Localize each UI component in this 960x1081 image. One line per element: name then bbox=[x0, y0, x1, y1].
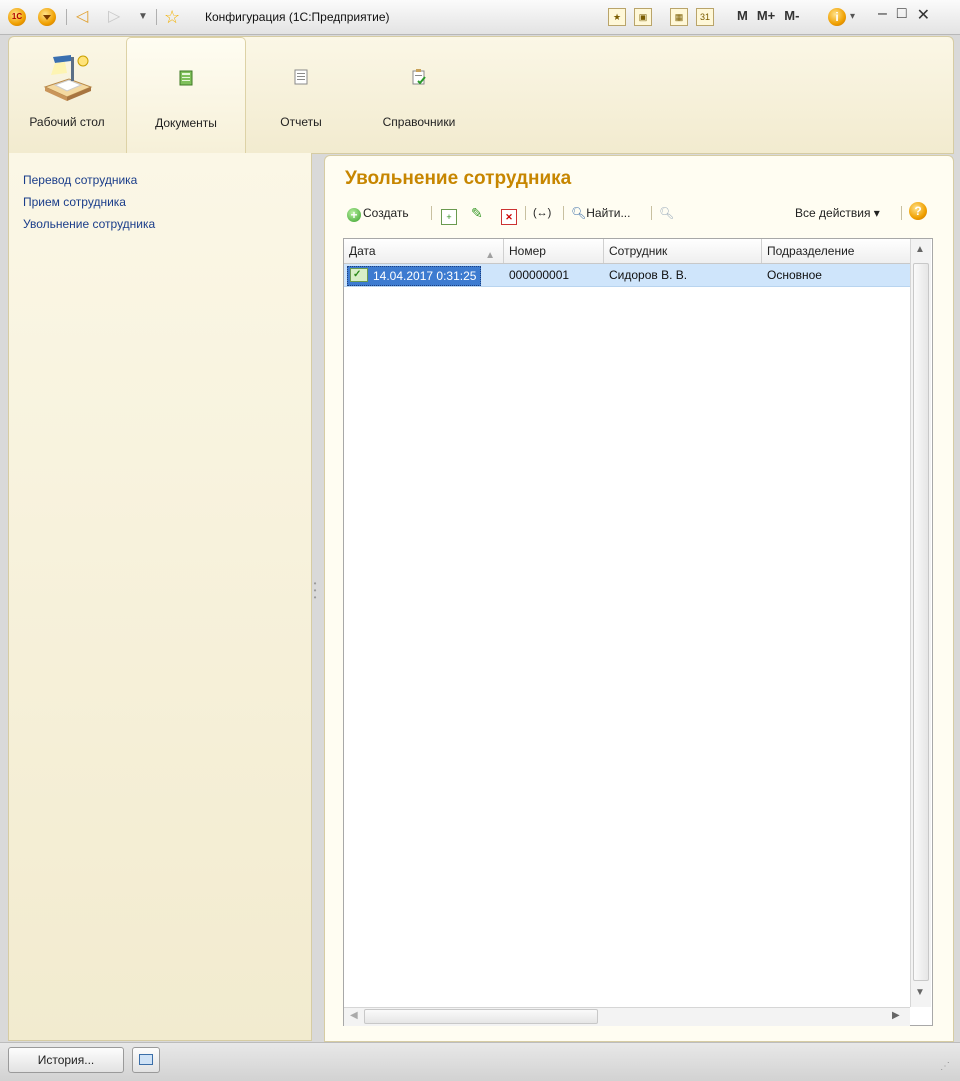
all-actions-button[interactable]: Все действия ▾ bbox=[795, 204, 880, 222]
toolbar-separator bbox=[563, 206, 564, 220]
post-document-icon[interactable]: (↔) bbox=[533, 204, 551, 222]
section-documents[interactable]: Документы bbox=[126, 37, 246, 154]
help-icon[interactable]: ? bbox=[909, 202, 927, 220]
find-label: Найти... bbox=[586, 206, 631, 220]
create-button[interactable]: + Создать bbox=[347, 204, 409, 222]
panel-splitter-handle[interactable]: • • • bbox=[312, 580, 318, 620]
cell-employee[interactable]: Сидоров В. В. bbox=[604, 264, 762, 286]
toolbar-separator bbox=[901, 206, 902, 220]
resize-grip-icon[interactable]: ⋰ bbox=[940, 1061, 950, 1072]
memory-button-m-plus[interactable]: M+ bbox=[757, 8, 775, 23]
find-button[interactable]: 🔍︎Найти... bbox=[571, 204, 630, 222]
catalog-icon bbox=[412, 69, 426, 85]
info-icon[interactable]: i bbox=[828, 8, 846, 26]
windows-icon bbox=[139, 1054, 153, 1065]
close-button[interactable]: ✕ bbox=[917, 5, 930, 25]
sections-panel: Рабочий стол Документы Отчеты Справочник… bbox=[8, 36, 954, 154]
documents-table[interactable]: Дата ▲ Номер Сотрудник Подразделение 14.… bbox=[343, 238, 933, 1026]
calendar-icon[interactable]: 31 bbox=[696, 8, 714, 26]
command-bar: + Создать + ✎ ✕ (↔) 🔍︎Найти... 🔍︎ Все дей… bbox=[345, 202, 935, 225]
nav-item-dismissal[interactable]: Увольнение сотрудника bbox=[23, 217, 155, 231]
cancel-search-icon[interactable]: 🔍︎ bbox=[659, 204, 674, 222]
window-controls: – □ ✕ bbox=[878, 5, 930, 25]
add-to-favorites-icon[interactable]: ★ bbox=[608, 8, 626, 26]
date-value: 14.04.2017 0:31:25 bbox=[373, 269, 477, 283]
search-icon: 🔍︎ bbox=[571, 206, 587, 220]
vertical-scrollbar[interactable]: ▲ ▼ bbox=[910, 239, 931, 1007]
cell-number[interactable]: 000000001 bbox=[504, 264, 604, 286]
toolbar-separator bbox=[431, 206, 432, 220]
edit-pencil-icon[interactable]: ✎ bbox=[471, 204, 483, 222]
horizontal-scroll-thumb[interactable] bbox=[364, 1009, 598, 1024]
form-title: Увольнение сотрудника bbox=[345, 168, 572, 189]
selected-cell: 14.04.2017 0:31:25 bbox=[347, 266, 482, 286]
delete-button[interactable]: ✕ bbox=[501, 204, 517, 225]
column-header-department[interactable]: Подразделение bbox=[762, 239, 910, 263]
favorites-star-icon[interactable]: ☆ bbox=[164, 8, 180, 26]
scroll-up-arrow-icon[interactable]: ▲ bbox=[915, 244, 925, 255]
copy-button[interactable]: + bbox=[441, 204, 457, 225]
toolbar-separator bbox=[525, 206, 526, 220]
title-bar: 1С ◁ ▷ ▼ ☆ Конфигурация (1С:Предприятие)… bbox=[0, 0, 960, 35]
column-label: Дата bbox=[349, 244, 376, 258]
section-desktop[interactable]: Рабочий стол bbox=[17, 37, 117, 152]
memory-button-m-minus[interactable]: M- bbox=[784, 8, 799, 23]
section-reports[interactable]: Отчеты bbox=[261, 37, 341, 152]
minimize-button[interactable]: – bbox=[878, 5, 887, 25]
app-logo-icon[interactable]: 1С bbox=[8, 8, 26, 26]
status-bar: История... ⋰ bbox=[0, 1042, 960, 1081]
toolbar-separator bbox=[66, 9, 67, 25]
form-panel: Увольнение сотрудника + Создать + ✎ ✕ (↔)… bbox=[324, 155, 954, 1042]
toolbar-separator bbox=[651, 206, 652, 220]
calculator-icon[interactable]: ▦ bbox=[670, 8, 688, 26]
title-toolbar: ★ ▣ ▦ 31 bbox=[608, 8, 714, 26]
scroll-down-arrow-icon[interactable]: ▼ bbox=[915, 987, 925, 998]
column-header-date[interactable]: Дата ▲ bbox=[344, 239, 504, 263]
history-button[interactable]: История... bbox=[8, 1047, 124, 1073]
table-header: Дата ▲ Номер Сотрудник Подразделение bbox=[344, 239, 910, 264]
bookmark-icon[interactable]: ▣ bbox=[634, 8, 652, 26]
cell-date[interactable]: 14.04.2017 0:31:25 bbox=[344, 264, 502, 286]
create-label: Создать bbox=[363, 206, 409, 220]
nav-item-hire[interactable]: Прием сотрудника bbox=[23, 195, 126, 209]
vertical-scroll-thumb[interactable] bbox=[913, 263, 929, 981]
section-label: Отчеты bbox=[280, 115, 322, 129]
section-label: Справочники bbox=[382, 115, 456, 129]
forward-arrow-icon[interactable]: ▷ bbox=[108, 8, 120, 26]
column-header-employee[interactable]: Сотрудник bbox=[604, 239, 762, 263]
posted-document-icon bbox=[350, 266, 368, 284]
main-menu-button[interactable] bbox=[38, 8, 56, 26]
info-dropdown-icon[interactable]: ▾ bbox=[850, 8, 855, 26]
delete-icon: ✕ bbox=[501, 209, 517, 225]
navigation-panel: Перевод сотрудника Прием сотрудника Увол… bbox=[8, 153, 312, 1041]
section-label: Документы bbox=[155, 116, 217, 130]
open-windows-button[interactable] bbox=[132, 1047, 160, 1073]
cell-department[interactable]: Основное bbox=[762, 264, 910, 286]
plus-icon: + bbox=[347, 208, 361, 222]
window-title: Конфигурация (1С:Предприятие) bbox=[205, 10, 390, 24]
documents-icon bbox=[179, 70, 193, 86]
scroll-right-arrow-icon[interactable]: ▶ bbox=[892, 1010, 900, 1021]
history-dropdown-icon[interactable]: ▼ bbox=[138, 8, 148, 26]
nav-item-transfer[interactable]: Перевод сотрудника bbox=[23, 173, 137, 187]
back-arrow-icon[interactable]: ◁ bbox=[76, 8, 88, 26]
toolbar-separator bbox=[156, 9, 157, 25]
section-catalogs[interactable]: Справочники bbox=[364, 37, 474, 152]
report-icon bbox=[294, 69, 308, 85]
memory-button-m[interactable]: M bbox=[737, 8, 748, 23]
maximize-button[interactable]: □ bbox=[897, 5, 907, 25]
scroll-left-arrow-icon[interactable]: ◀ bbox=[350, 1010, 358, 1021]
table-row[interactable]: 14.04.2017 0:31:25 000000001 Сидоров В. … bbox=[344, 264, 910, 287]
memory-buttons: M M+ M- bbox=[737, 8, 799, 23]
copy-icon: + bbox=[441, 209, 457, 225]
section-label: Рабочий стол bbox=[29, 115, 105, 129]
horizontal-scrollbar[interactable]: ◀ ▶ bbox=[344, 1007, 910, 1026]
desk-lamp-icon bbox=[43, 55, 93, 101]
column-header-number[interactable]: Номер bbox=[504, 239, 604, 263]
